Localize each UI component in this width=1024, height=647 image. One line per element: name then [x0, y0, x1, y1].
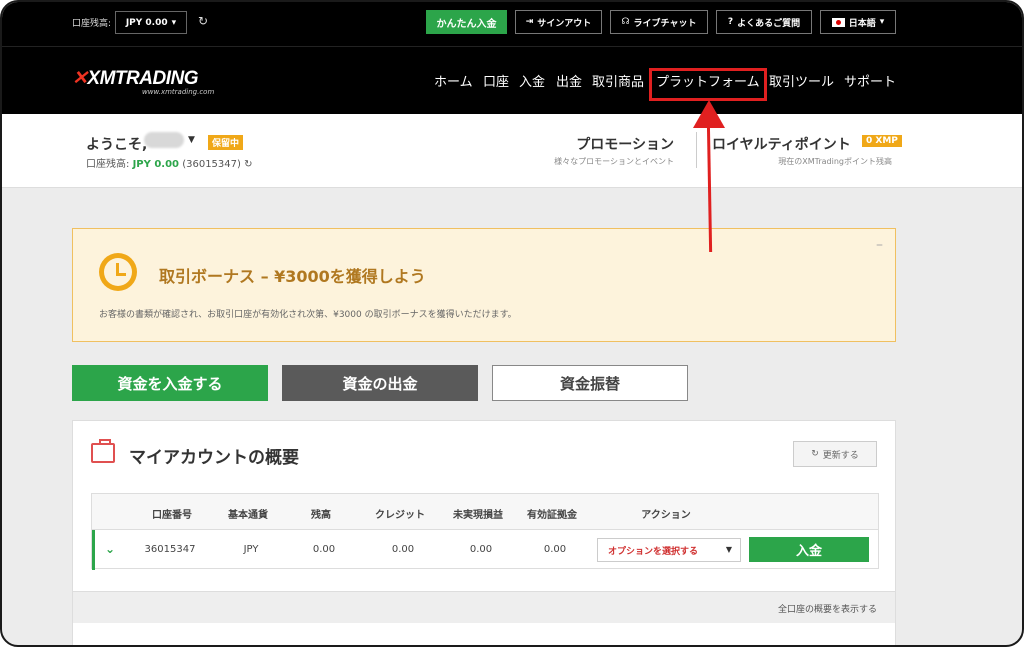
balance-dropdown[interactable]: JPY 0.00 ▾ — [115, 11, 187, 34]
accounts-table: 口座番号 基本通貨 残高 クレジット 未実現損益 有効証拠金 アクション ⌄ 3… — [91, 493, 879, 570]
headset-icon: ☊ — [621, 17, 630, 27]
nav-item-support[interactable]: サポート — [844, 71, 896, 90]
cell-equity: 0.00 — [543, 544, 567, 555]
welcome-text: ようこそ, — [86, 137, 148, 153]
col-unrealized-pl: 未実現損益 — [453, 510, 503, 521]
logo-text: XMTRADING — [87, 68, 198, 89]
promotion-subtitle: 様々なプロモーションとイベント — [554, 157, 674, 166]
refresh-icon: ↻ — [811, 449, 819, 459]
language-selector[interactable]: 日本語 ▾ — [820, 10, 896, 34]
chevron-down-icon: ▾ — [171, 17, 177, 28]
blurred-username — [144, 132, 184, 148]
overview-title: マイアカウントの概要 — [129, 448, 299, 468]
nav-item-home[interactable]: ホーム — [434, 71, 473, 90]
easy-deposit-label: かんたん入金 — [436, 18, 497, 30]
briefcase-icon — [91, 439, 115, 463]
main-navbar: ✕XMTRADING www.xmtrading.com ホーム 口座 入金 出… — [2, 46, 1022, 114]
sign-out-button[interactable]: ⇥ サインアウト — [515, 10, 602, 34]
action-select-label: オプションを選択する — [608, 546, 699, 557]
sign-out-icon: ⇥ — [525, 17, 534, 27]
bonus-description: お客様の書類が確認され、お取引口座が有効化され次第、¥3000 の取引ボーナスを… — [99, 310, 517, 320]
nav-item-deposit[interactable]: 入金 — [519, 71, 545, 90]
divider — [696, 132, 697, 168]
col-account-number: 口座番号 — [152, 510, 192, 521]
red-arrow-head — [693, 100, 725, 128]
clock-icon — [99, 253, 137, 291]
action-select[interactable]: オプションを選択する ▼ — [597, 538, 741, 562]
transfer-funds-button[interactable]: 資金振替 — [492, 365, 688, 401]
loyalty-title[interactable]: ロイヤルティポイント — [712, 134, 851, 154]
panel-footer: 全口座の概要を表示する — [73, 591, 895, 623]
nav-item-accounts[interactable]: 口座 — [483, 71, 509, 90]
balance-dropdown-label: JPY 0.00 — [125, 17, 168, 28]
bonus-title: 取引ボーナス – ¥3000を獲得しよう — [159, 267, 426, 286]
nav-item-withdrawal[interactable]: 出金 — [556, 71, 582, 90]
row-deposit-button[interactable]: 入金 — [749, 537, 869, 562]
cell-currency: JPY — [243, 544, 259, 555]
top-utility-bar: 口座残高: JPY 0.00 ▾ ↻ かんたん入金 ⇥ サインアウト ☊ ライブ… — [2, 2, 1022, 46]
cell-balance: 0.00 — [312, 544, 336, 555]
question-icon: ? — [727, 17, 734, 27]
collapse-icon[interactable]: – — [876, 237, 883, 253]
faq-label: よくあるご質問 — [737, 18, 801, 29]
table-row: ⌄ 36015347 JPY 0.00 0.00 0.00 0.00 オプション… — [92, 530, 878, 570]
chevron-down-icon: ▾ — [879, 17, 885, 27]
chevron-down-icon: ▼ — [725, 545, 732, 554]
nav-item-products[interactable]: 取引商品 — [592, 71, 644, 90]
col-credit: クレジット — [375, 510, 425, 521]
xmp-badge: 0 XMP — [862, 135, 902, 147]
nav-item-tools[interactable]: 取引ツール — [769, 71, 834, 90]
status-badge: 保留中 — [208, 135, 244, 150]
live-chat-label: ライブチャット — [633, 18, 697, 29]
col-balance: 残高 — [311, 510, 331, 521]
balance-label: 口座残高: — [72, 19, 112, 29]
refresh-label: 更新する — [822, 450, 859, 461]
japan-flag-icon — [831, 17, 845, 27]
language-label: 日本語 — [848, 18, 876, 29]
view-all-accounts-link[interactable]: 全口座の概要を表示する — [778, 602, 877, 615]
col-equity: 有効証拠金 — [527, 510, 577, 521]
col-base-currency: 基本通貨 — [228, 510, 268, 521]
account-balance-label: 口座残高: — [86, 159, 130, 170]
easy-deposit-button[interactable]: かんたん入金 — [426, 10, 507, 34]
table-header: 口座番号 基本通貨 残高 クレジット 未実現損益 有効証拠金 アクション — [92, 494, 878, 530]
logo-url: www.xmtrading.com — [142, 88, 215, 96]
withdraw-funds-button[interactable]: 資金の出金 — [282, 365, 478, 401]
expand-chevron-icon[interactable]: ⌄ — [105, 542, 115, 556]
user-info-bar: ようこそ, ▼ 保留中 口座残高: JPY 0.00 (36015347) ↻ … — [2, 114, 1022, 188]
sign-out-label: サインアウト — [537, 18, 592, 29]
xmtrading-logo[interactable]: ✕XMTRADING — [72, 67, 198, 90]
col-action: アクション — [641, 510, 691, 521]
account-overview-panel: マイアカウントの概要 ↻ 更新する 口座番号 基本通貨 残高 クレジット 未実現… — [72, 420, 896, 645]
browser-frame: 口座残高: JPY 0.00 ▾ ↻ かんたん入金 ⇥ サインアウト ☊ ライブ… — [0, 0, 1024, 647]
loyalty-subtitle: 現在のXMTradingポイント残高 — [778, 157, 892, 166]
account-balance-line: 口座残高: JPY 0.00 (36015347) ↻ — [86, 155, 252, 170]
user-menu-caret-icon[interactable]: ▼ — [188, 135, 195, 145]
account-id: (36015347) — [182, 159, 241, 170]
faq-button[interactable]: ? よくあるご質問 — [716, 10, 812, 34]
promotion-title[interactable]: プロモーション — [576, 134, 674, 154]
platforms-highlight-box — [649, 68, 767, 101]
deposit-funds-button[interactable]: 資金を入金する — [72, 365, 268, 401]
account-balance-value: JPY 0.00 — [132, 159, 180, 170]
cell-account-number: 36015347 — [144, 544, 196, 555]
bonus-banner: 取引ボーナス – ¥3000を獲得しよう お客様の書類が確認され、お取引口座が有… — [72, 228, 896, 342]
refresh-icon[interactable]: ↻ — [198, 14, 208, 28]
cell-unrealized-pl: 0.00 — [469, 544, 493, 555]
live-chat-button[interactable]: ☊ ライブチャット — [610, 10, 708, 34]
refresh-icon[interactable]: ↻ — [244, 159, 252, 170]
cell-credit: 0.00 — [391, 544, 415, 555]
refresh-button[interactable]: ↻ 更新する — [793, 441, 877, 467]
